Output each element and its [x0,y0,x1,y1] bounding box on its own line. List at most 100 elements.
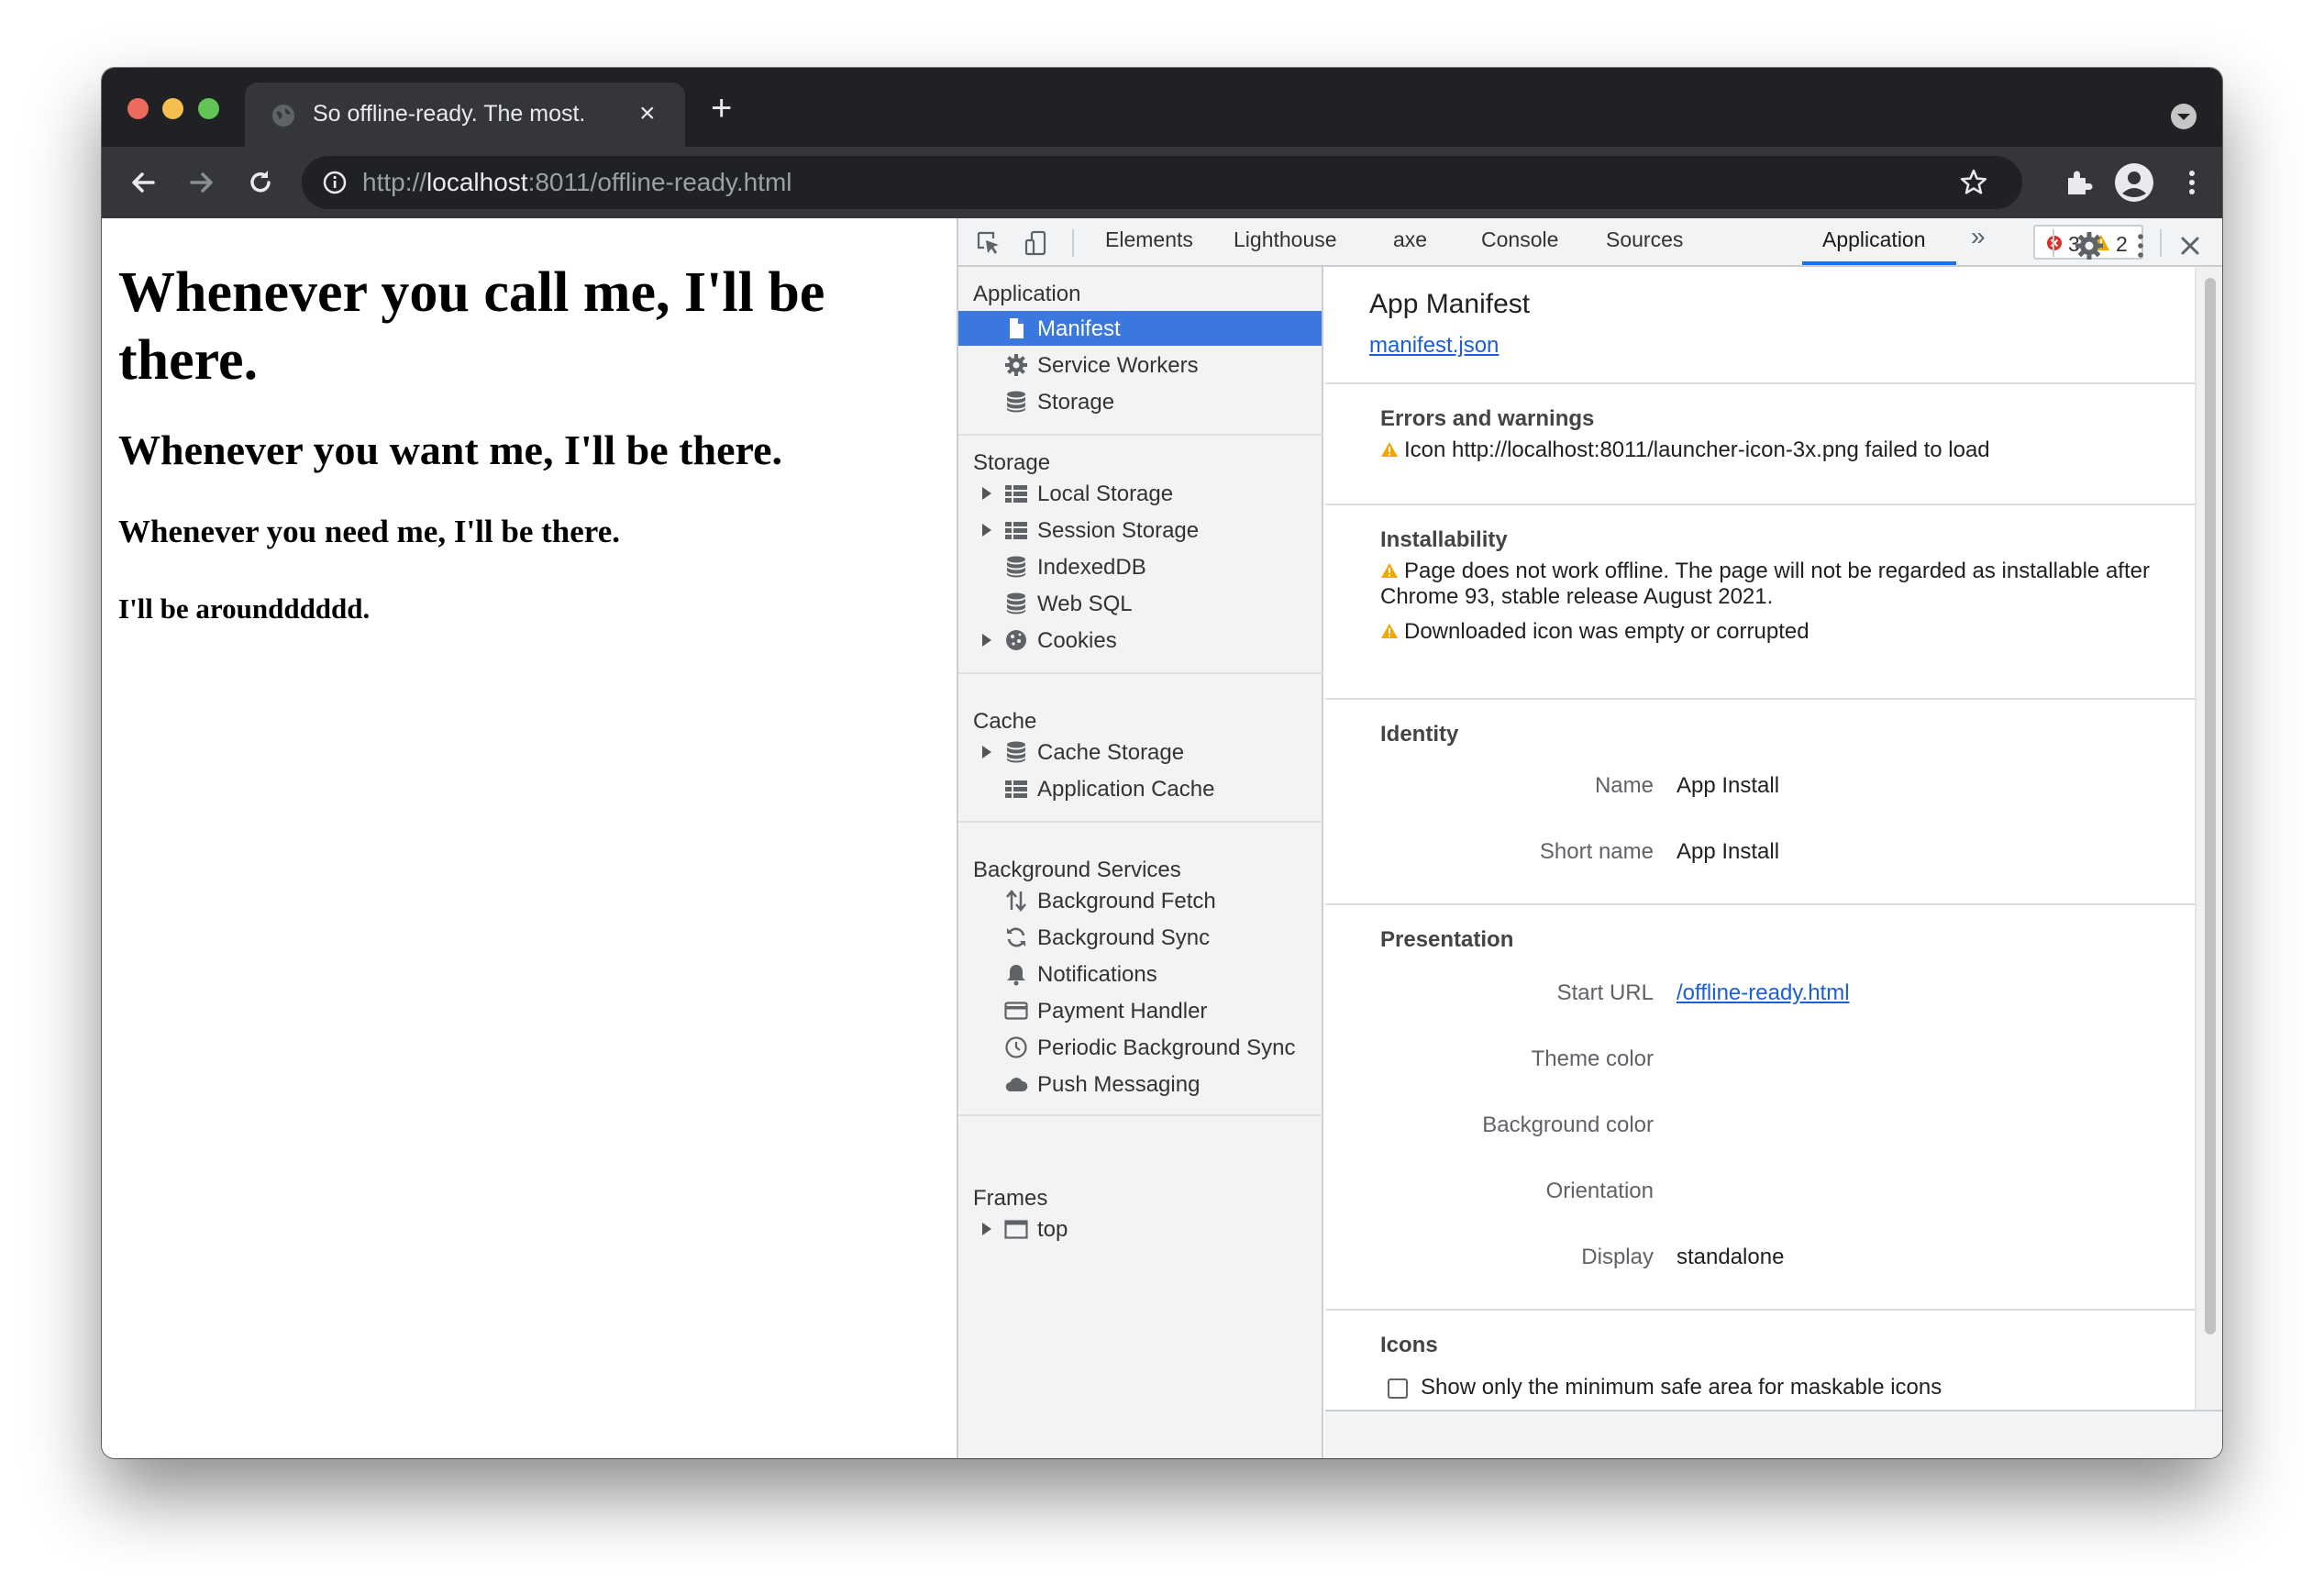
sidebar-item-payment-handler[interactable]: Payment Handler [958,993,1322,1028]
sidebar-divider [958,672,1323,674]
settings-gear-icon[interactable] [2074,230,2105,261]
sidebar-section-background-services: Background Services [973,858,1181,882]
sidebar-item-background-sync[interactable]: Background Sync [958,920,1322,955]
globe-icon [272,105,294,127]
error-icon [2047,236,2062,250]
browser-window: So offline-ready. The most. × + http://l… [102,68,2222,1458]
sidebar-item-periodic-background-sync[interactable]: Periodic Background Sync [958,1030,1322,1065]
tab-lighthouse[interactable]: Lighthouse [1234,227,1337,252]
short-name-label: Short name [1539,839,1654,864]
manifest-panel: App Manifest manifest.json Errors and wa… [1325,267,2195,1410]
sidebar-item-storage[interactable]: Storage [958,384,1322,419]
database-icon [1007,741,1025,763]
gear-icon [1005,354,1027,376]
maximize-window-button[interactable] [198,98,219,119]
minimize-window-button[interactable] [162,98,183,119]
bell-icon [1007,965,1025,986]
page-heading-3: Whenever you need me, I'll be there. [118,514,620,549]
sidebar-item-manifest[interactable]: Manifest [958,311,1322,346]
page-heading-2: Whenever you want me, I'll be there. [118,426,783,473]
sidebar-item-indexeddb[interactable]: IndexedDB [958,549,1322,584]
grid-table-icon [1005,522,1027,539]
sidebar-divider [958,1114,1323,1116]
active-tab-indicator [1802,261,1956,265]
start-url-link[interactable]: /offline-ready.html [1677,980,1850,1006]
scrollbar-thumb[interactable] [2205,278,2216,1334]
database-icon [1007,556,1025,578]
sidebar-item-application-cache[interactable]: Application Cache [958,771,1322,806]
address-bar[interactable]: http://localhost:8011/offline-ready.html [302,156,2022,209]
profile-avatar-icon[interactable] [2114,162,2154,203]
identity-heading: Identity [1380,722,1459,747]
back-arrow-icon[interactable] [126,165,160,200]
more-tabs-button[interactable]: » [1971,222,1986,251]
web-page-content: Whenever you call me, I'll be there. Whe… [102,218,957,1458]
credit-card-icon [1004,1002,1028,1020]
toolbar-separator [1072,229,1074,257]
close-devtools-icon[interactable] [2176,232,2204,260]
sidebar-item-service-workers[interactable]: Service Workers [958,348,1322,382]
sidebar-divider [958,434,1323,436]
new-tab-button[interactable]: + [711,90,732,127]
database-icon [1007,391,1025,413]
orientation-label: Orientation [1545,1179,1654,1203]
expand-triangle-icon[interactable] [982,1223,991,1235]
sidebar-divider [958,821,1323,823]
installability-message: Downloaded icon was empty or corrupted [1380,619,2169,645]
expand-triangle-icon[interactable] [982,524,991,537]
sidebar-item-background-fetch[interactable]: Background Fetch [958,883,1322,918]
reload-icon[interactable] [243,165,278,200]
device-toolbar-icon[interactable] [1023,229,1050,257]
inspect-element-icon[interactable] [975,229,1002,257]
url-text: http://localhost:8011/offline-ready.html [362,168,792,196]
close-window-button[interactable] [127,98,149,119]
tab-title: So offline-ready. The most. [313,101,586,127]
sidebar-item-frame-top[interactable]: top [958,1212,1322,1246]
toolbar-separator [2053,229,2054,257]
devtools-menu-icon[interactable] [2125,230,2156,261]
tab-console[interactable]: Console [1481,227,1558,252]
section-divider [1325,903,2195,905]
tab-search-icon[interactable] [2170,103,2197,130]
warning-icon [1381,442,1398,457]
extensions-puzzle-icon[interactable] [2061,165,2096,200]
close-tab-button[interactable]: × [639,97,656,130]
info-icon[interactable] [322,170,348,195]
bookmark-star-icon[interactable] [1958,167,1989,198]
sidebar-item-cookies[interactable]: Cookies [958,623,1322,658]
file-icon [1010,318,1024,338]
display-value: standalone [1677,1245,1785,1269]
manifest-json-link[interactable]: manifest.json [1369,333,1499,359]
sidebar-section-frames: Frames [973,1186,1048,1211]
toolbar-separator [2160,229,2162,257]
error-message: Icon http://localhost:8011/launcher-icon… [1380,437,2169,463]
sidebar-item-push-messaging[interactable]: Push Messaging [958,1067,1322,1101]
tab-sources[interactable]: Sources [1606,227,1683,252]
sidebar-section-application: Application [973,282,1081,306]
installability-message: Page does not work offline. The page wil… [1380,559,2150,609]
sidebar-item-local-storage[interactable]: Local Storage [958,476,1322,511]
expand-triangle-icon[interactable] [982,746,991,758]
display-label: Display [1581,1245,1654,1269]
forward-arrow-icon[interactable] [184,165,219,200]
manifest-scrollbar[interactable] [2195,267,2222,1410]
tab-application[interactable]: Application [1822,227,1926,252]
sidebar-item-notifications[interactable]: Notifications [958,957,1322,991]
tab-elements[interactable]: Elements [1105,227,1193,252]
maskable-icons-checkbox[interactable] [1388,1378,1408,1399]
expand-triangle-icon[interactable] [982,487,991,500]
warning-icon [1381,563,1398,578]
installability-heading: Installability [1380,527,1508,552]
devtools-panel: Elements Lighthouse axe Console Sources … [957,218,2222,1458]
expand-triangle-icon[interactable] [982,634,991,647]
tab-axe[interactable]: axe [1393,227,1427,252]
section-divider [1325,1309,2195,1311]
sidebar-item-web-sql[interactable]: Web SQL [958,586,1322,621]
grid-table-icon [1005,485,1027,503]
browser-tab[interactable]: So offline-ready. The most. × [245,83,685,147]
sidebar-item-session-storage[interactable]: Session Storage [958,513,1322,548]
browser-toolbar: http://localhost:8011/offline-ready.html [102,147,2222,218]
browser-menu-icon[interactable] [2175,165,2209,200]
sidebar-item-cache-storage[interactable]: Cache Storage [958,735,1322,769]
theme-color-label: Theme color [1531,1046,1654,1071]
